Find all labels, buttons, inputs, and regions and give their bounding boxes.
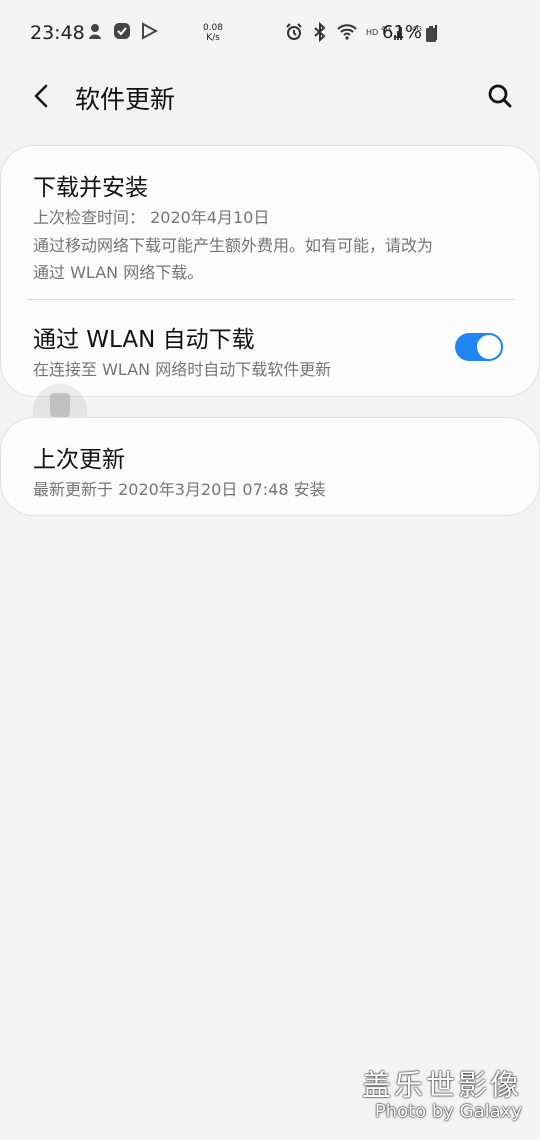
last-update-title: 上次更新 (33, 447, 125, 473)
search-button[interactable] (482, 78, 518, 114)
alarm-icon (286, 23, 302, 40)
back-button[interactable] (24, 78, 60, 114)
search-icon (488, 84, 512, 108)
status-bar: 23:48 0.08 K/s HD 4G 4G 61% (0, 0, 540, 68)
page-title: 软件更新 (75, 85, 176, 114)
bluetooth-icon (314, 22, 326, 42)
galaxy-watermark: 盖乐世影像 Photo by Galaxy (362, 1068, 522, 1122)
mobile-data-note-line-2: 通过 WLAN 网络下载。 (33, 263, 204, 282)
check-badge-icon (114, 23, 130, 39)
auto-download-title: 通过 WLAN 自动下载 (33, 327, 255, 353)
download-install-item[interactable]: 下载并安装 上次检查时间： 2020年4月10日 通过移动网络下载可能产生额外费… (1, 146, 540, 298)
status-notification-icons (86, 22, 158, 40)
battery-icon (426, 26, 436, 42)
watermark-subtitle: Photo by Galaxy (374, 1101, 522, 1122)
last-update-subtitle: 最新更新于 2020年3月20日 07:48 安装 (33, 480, 326, 499)
download-install-title: 下载并安装 (33, 175, 148, 201)
download-settings-card: 下载并安装 上次检查时间： 2020年4月10日 通过移动网络下载可能产生额外费… (0, 145, 540, 438)
last-check-text: 上次检查时间： 2020年4月10日 (33, 208, 270, 227)
network-speed-value: 0.08 (202, 23, 224, 33)
svg-text:HD: HD (366, 28, 378, 37)
app-notification-icon (89, 24, 101, 39)
auto-download-subtitle: 在连接至 WLAN 网络时自动下载软件更新 (33, 360, 332, 379)
network-speed-unit: K/s (206, 33, 220, 43)
chevron-left-icon (34, 84, 48, 108)
watermark-title: 盖乐世影像 (361, 1068, 522, 1102)
touch-point (50, 393, 70, 417)
toggle-knob (477, 335, 501, 359)
status-time: 23:48 (30, 22, 85, 44)
last-update-card[interactable]: 上次更新 最新更新于 2020年3月20日 07:48 安装 (0, 417, 540, 516)
top-app-bar: 软件更新 (0, 68, 540, 124)
battery-percent: 61% (382, 22, 423, 43)
play-store-icon (142, 22, 158, 40)
auto-download-toggle[interactable] (455, 333, 503, 361)
network-speed: 0.08 K/s (201, 23, 225, 43)
mobile-data-note-line-1: 通过移动网络下载可能产生额外费用。如有可能，请改为 (33, 236, 434, 255)
wifi-icon (337, 24, 357, 40)
